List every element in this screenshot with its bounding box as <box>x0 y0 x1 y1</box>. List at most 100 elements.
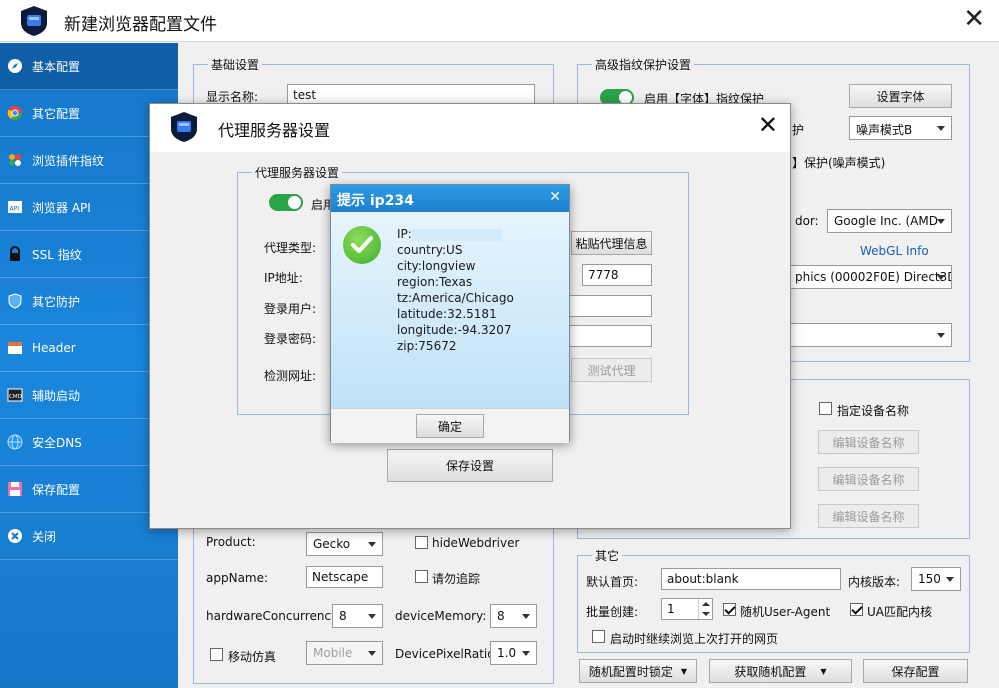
dpr-select[interactable]: 1.0 <box>490 641 537 665</box>
alert-body: IP: country:US city:longview region:Texa… <box>331 212 569 408</box>
alert-city-line: city:longview <box>397 259 476 273</box>
sidebar-item-label: 关闭 <box>32 529 57 544</box>
alert-country-line: country:US <box>397 243 463 257</box>
lock-icon <box>7 246 23 262</box>
test-proxy-button[interactable]: 测试代理 <box>571 358 652 382</box>
set-font-button[interactable]: 设置字体 <box>849 84 952 108</box>
alert-latitude-line: latitude:32.5181 <box>397 307 497 321</box>
window-title: 新建浏览器配置文件 <box>64 15 217 35</box>
proxy-user-label: 登录用户: <box>264 302 317 316</box>
proxy-settings-legend: 代理服务器设置 <box>252 164 343 181</box>
proxy-user-input[interactable] <box>568 295 652 317</box>
get-random-config-button[interactable]: 获取随机配置 ▼ <box>709 659 852 683</box>
proxy-dialog-titlebar: 代理服务器设置 ✕ <box>150 104 790 152</box>
globe-icon <box>7 434 23 450</box>
random-ua-label: 随机User-Agent <box>740 605 831 619</box>
sidebar-item-label: 基本配置 <box>32 59 81 74</box>
sidebar-item-label: 浏览器 API <box>32 200 91 215</box>
noise-mode-select[interactable]: 噪声模式B <box>849 116 952 140</box>
window-close-button[interactable]: ✕ <box>963 6 985 32</box>
alert-close-button[interactable]: ✕ <box>549 189 561 205</box>
edit-device-name-button-3[interactable]: 编辑设备名称 <box>818 504 919 528</box>
proxy-enable-toggle[interactable] <box>269 194 303 211</box>
edit-device-name-button-1[interactable]: 编辑设备名称 <box>818 430 919 454</box>
alert-ok-button[interactable]: 确定 <box>416 414 484 438</box>
proxy-ip-label: IP地址: <box>264 271 303 285</box>
sidebar-item-label: Header <box>32 341 76 355</box>
lock-random-button[interactable]: 随机配置时锁定 ▼ <box>579 659 697 683</box>
proxy-close-button[interactable]: ✕ <box>758 113 778 137</box>
ip-info-alert: 提示 ip234 ✕ IP: country:US city:longview … <box>330 184 570 443</box>
paste-proxy-button[interactable]: 粘贴代理信息 <box>571 231 652 255</box>
mobile-emulation-checkbox[interactable] <box>210 648 223 661</box>
appname-input[interactable]: Netscape <box>306 566 383 588</box>
title-bar: 新建浏览器配置文件 ✕ <box>0 0 999 42</box>
proxy-pass-input[interactable] <box>568 325 652 347</box>
ua-match-label: UA匹配内核 <box>867 605 932 619</box>
sidebar-item-label: 辅助启动 <box>32 388 81 403</box>
redacted-ip <box>411 228 502 241</box>
alert-ip-line: IP: <box>397 226 514 242</box>
kernel-version-label: 内核版本: <box>848 575 901 589</box>
proxy-port-input[interactable]: 7778 <box>582 264 652 286</box>
continue-browse-label: 启动时继续浏览上次打开的网页 <box>610 632 779 646</box>
alert-zip-line: zip:75672 <box>397 339 457 353</box>
sidebar-item-label: 其它防护 <box>32 294 81 309</box>
compass-icon <box>7 58 23 74</box>
no-track-checkbox[interactable] <box>415 570 428 583</box>
mobile-emulation-label: 移动仿真 <box>228 650 277 664</box>
basic-settings-legend: 基础设置 <box>208 56 263 73</box>
alert-title: 提示 ip234 <box>337 193 414 209</box>
sidebar-item-label: 其它配置 <box>32 106 81 121</box>
proxy-dialog-title: 代理服务器设置 <box>218 121 331 140</box>
chevron-down-icon: ▼ <box>680 666 688 676</box>
extra-select[interactable] <box>788 323 952 347</box>
sidebar-item-label: SSL 指纹 <box>32 247 82 262</box>
app-logo-icon <box>21 6 47 36</box>
advanced-legend: 高级指纹保护设置 <box>592 56 695 73</box>
noise-label: 】保护(噪声模式) <box>792 156 886 170</box>
alert-longitude-line: longitude:-94.3207 <box>397 323 512 337</box>
proxy-pass-label: 登录密码: <box>264 332 317 346</box>
alert-tz-line: tz:America/Chicago <box>397 291 514 305</box>
proxy-save-button[interactable]: 保存设置 <box>387 449 553 482</box>
save-config-button[interactable]: 保存配置 <box>863 659 968 683</box>
vendor-label: dor: <box>795 214 819 228</box>
kernel-version-select[interactable]: 150 <box>911 567 961 591</box>
sidebar-item-label: 浏览插件指纹 <box>32 153 105 168</box>
other-panel: 其它 默认首页: about:blank 内核版本: 150 批量创建: 1 随… <box>577 547 970 653</box>
batch-create-stepper[interactable]: 1 <box>661 598 713 620</box>
ua-match-checkbox[interactable] <box>850 603 863 616</box>
protect-suffix-label: 护 <box>792 123 805 137</box>
proxy-check-url-label: 检测网址: <box>264 369 317 383</box>
random-ua-checkbox[interactable] <box>723 603 736 616</box>
alert-footer: 确定 <box>331 408 569 443</box>
product-select[interactable]: Gecko <box>306 532 383 556</box>
renderer-select[interactable]: phics (00002F0E) Direct3D1 <box>788 265 952 289</box>
save-icon <box>7 481 23 497</box>
homepage-label: 默认首页: <box>586 575 639 589</box>
other-legend: 其它 <box>592 547 623 564</box>
specify-device-name-checkbox[interactable] <box>819 402 832 415</box>
sidebar-item-basic[interactable]: 基本配置 <box>0 43 178 90</box>
hide-webdriver-checkbox[interactable] <box>415 536 428 549</box>
success-check-icon <box>343 226 381 264</box>
chevron-down-icon: ▼ <box>820 666 827 676</box>
alert-message: IP: country:US city:longview region:Texa… <box>397 226 514 354</box>
hw-concurrency-select[interactable]: 8 <box>332 604 383 628</box>
appname-label: appName: <box>206 571 269 585</box>
no-track-label: 请勿追踪 <box>432 572 481 586</box>
api-icon: API <box>7 199 23 215</box>
svg-text:CMD: CMD <box>9 394 22 400</box>
cmd-icon: CMD <box>7 387 23 403</box>
device-memory-select[interactable]: 8 <box>490 604 537 628</box>
close-circle-icon <box>7 528 23 544</box>
continue-browse-checkbox[interactable] <box>592 630 605 643</box>
webgl-info-link[interactable]: WebGL Info <box>860 244 929 258</box>
mobile-select[interactable]: Mobile <box>306 641 383 665</box>
edit-device-name-button-2[interactable]: 编辑设备名称 <box>818 467 919 491</box>
homepage-input[interactable]: about:blank <box>661 568 841 590</box>
hw-concurrency-label: hardwareConcurrency: <box>206 609 342 623</box>
svg-text:API: API <box>10 206 20 213</box>
vendor-select[interactable]: Google Inc. (AMD <box>827 209 952 233</box>
